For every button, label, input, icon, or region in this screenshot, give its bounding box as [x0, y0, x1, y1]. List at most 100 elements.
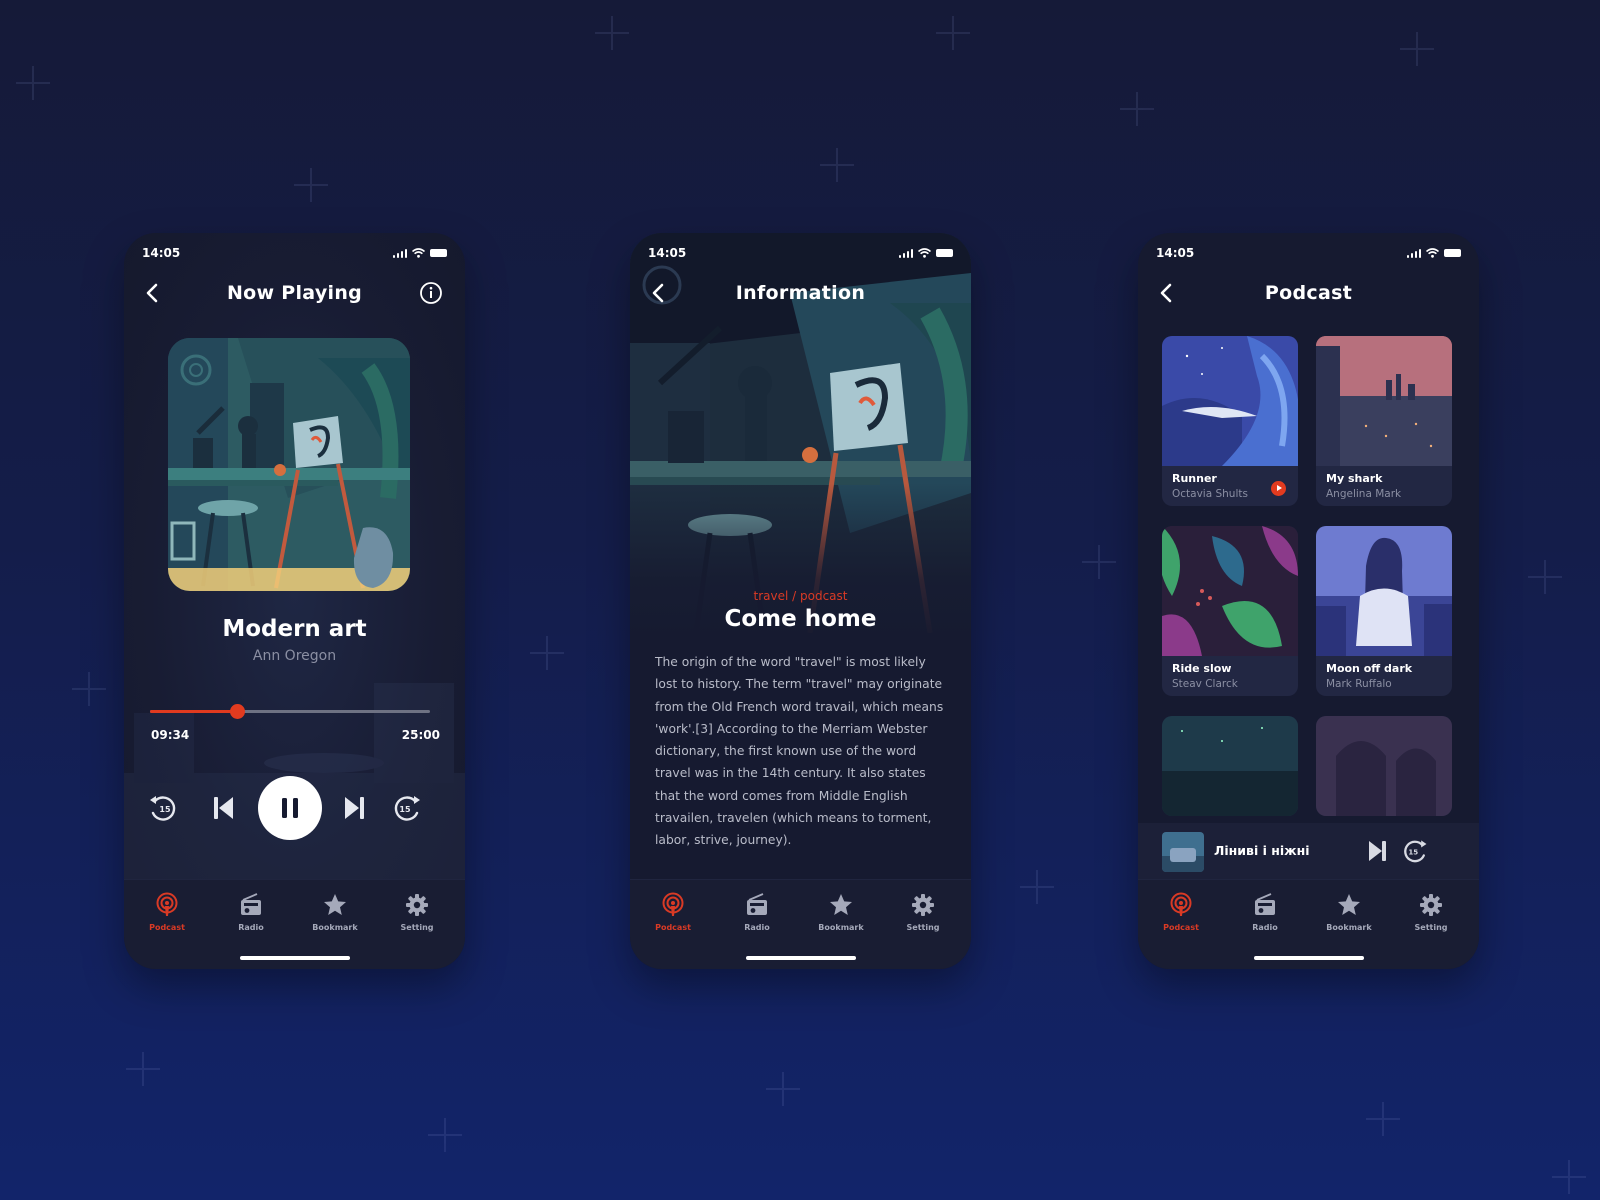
back-arrow-icon[interactable]	[648, 282, 670, 304]
signal-icon	[898, 248, 913, 258]
bg-plus-decoration	[72, 672, 106, 706]
tab-podcast[interactable]: Podcast	[1146, 892, 1216, 932]
tab-bookmark[interactable]: Bookmark	[806, 892, 876, 932]
bg-plus-decoration	[766, 1072, 800, 1106]
status-bar: 14:05	[142, 243, 447, 263]
tab-bookmark[interactable]: Bookmark	[1314, 892, 1384, 932]
screen-header: Podcast	[1138, 271, 1479, 315]
track-title: Modern art	[222, 616, 367, 642]
bg-plus-decoration	[530, 636, 564, 670]
progress-fill	[150, 710, 237, 713]
tab-label: Podcast	[655, 923, 691, 932]
podcast-title: Moon off dark	[1326, 662, 1413, 675]
bg-plus-decoration	[820, 148, 854, 182]
playback-progress-bar[interactable]	[150, 704, 430, 719]
status-bar: 14:05	[1156, 243, 1461, 263]
episode-description: The origin of the word "travel" is most …	[655, 655, 944, 848]
background-illustration	[124, 683, 465, 883]
podcast-screen: 14:05 Podcast Runner Octavia Shults My s…	[1138, 233, 1479, 969]
gear-icon	[912, 894, 934, 916]
tab-radio[interactable]: Radio	[1230, 892, 1300, 932]
home-indicator	[1254, 956, 1364, 960]
podcast-title: Runner	[1172, 472, 1217, 485]
page-title: Information	[735, 282, 866, 304]
pause-button[interactable]	[258, 776, 322, 840]
radio-icon	[747, 893, 767, 915]
current-time: 09:34	[151, 728, 190, 742]
rewind-seconds-label: 15	[159, 805, 171, 814]
bottom-tab-bar: Podcast Radio Bookmark Setting	[630, 879, 971, 969]
tab-label: Radio	[1252, 923, 1278, 932]
next-track-icon[interactable]	[1366, 839, 1388, 863]
bg-plus-decoration	[1552, 1160, 1586, 1194]
bg-plus-decoration	[1400, 32, 1434, 66]
tab-setting[interactable]: Setting	[888, 892, 958, 932]
signal-icon	[392, 248, 407, 258]
bg-plus-decoration	[428, 1118, 462, 1152]
gear-icon	[406, 894, 428, 916]
podcast-card-partial[interactable]	[1162, 716, 1298, 816]
status-icons	[1406, 248, 1461, 258]
tab-setting[interactable]: Setting	[1396, 892, 1466, 932]
tab-label: Radio	[238, 923, 264, 932]
mini-player-thumbnail	[1162, 832, 1204, 872]
page-title: Now Playing	[226, 282, 363, 304]
tab-setting[interactable]: Setting	[382, 892, 452, 932]
album-cover-art	[168, 338, 410, 591]
home-indicator	[746, 956, 856, 960]
radio-icon	[241, 893, 261, 915]
progress-scrubber-handle[interactable]	[229, 704, 245, 719]
pause-icon	[282, 798, 298, 818]
podcast-card[interactable]: My shark Angelina Mark	[1316, 336, 1452, 506]
podcast-cover-art	[1316, 336, 1452, 466]
back-arrow-icon[interactable]	[1156, 282, 1178, 304]
podcast-card[interactable]: Moon off dark Mark Ruffalo	[1316, 526, 1452, 696]
forward-15-icon[interactable]: 15	[390, 791, 424, 825]
screen-header: Now Playing	[124, 271, 465, 315]
tab-bookmark[interactable]: Bookmark	[300, 892, 370, 932]
tab-label: Setting	[906, 923, 940, 932]
podcast-cover-art	[1316, 716, 1452, 816]
status-time: 14:05	[1156, 246, 1195, 260]
page-title: Podcast	[1264, 282, 1353, 304]
podcast-title: Ride slow	[1172, 662, 1232, 675]
back-arrow-icon[interactable]	[142, 282, 164, 304]
signal-icon	[1406, 248, 1421, 258]
tab-label: Podcast	[1163, 923, 1199, 932]
tab-podcast[interactable]: Podcast	[638, 892, 708, 932]
bg-plus-decoration	[16, 66, 50, 100]
tab-radio[interactable]: Radio	[722, 892, 792, 932]
podcast-cover-art	[1162, 716, 1298, 816]
previous-track-icon[interactable]	[212, 795, 236, 821]
bg-plus-decoration	[126, 1052, 160, 1086]
mini-player[interactable]: Ліниві і ніжні 15	[1138, 823, 1479, 879]
home-indicator	[240, 956, 350, 960]
podcast-cover-art	[1162, 336, 1298, 466]
info-icon[interactable]	[419, 281, 443, 305]
forward-15-icon[interactable]: 15	[1400, 836, 1430, 866]
tab-podcast[interactable]: Podcast	[132, 892, 202, 932]
bg-plus-decoration	[1082, 545, 1116, 579]
information-screen: 14:05 Information travel / podcast Come …	[630, 233, 971, 969]
star-icon	[324, 894, 346, 915]
wifi-icon	[918, 248, 931, 258]
tab-radio[interactable]: Radio	[216, 892, 286, 932]
tab-label: Podcast	[149, 923, 185, 932]
podcast-card[interactable]: Runner Octavia Shults	[1162, 336, 1298, 506]
bg-plus-decoration	[936, 16, 970, 50]
podcast-card-partial[interactable]	[1316, 716, 1452, 816]
podcast-cover-art	[1316, 526, 1452, 656]
podcast-card[interactable]: Ride slow Steav Clarck	[1162, 526, 1298, 696]
bg-plus-decoration	[294, 168, 328, 202]
battery-icon	[430, 249, 447, 257]
podcast-author: Steav Clarck	[1172, 678, 1238, 690]
podcast-cover-art	[1162, 526, 1298, 656]
play-icon[interactable]	[1271, 481, 1286, 496]
star-icon	[830, 894, 852, 915]
podcast-icon	[662, 892, 684, 916]
rewind-15-icon[interactable]: 15	[146, 791, 180, 825]
next-track-icon[interactable]	[342, 795, 366, 821]
gear-icon	[1420, 894, 1442, 916]
battery-icon	[1444, 249, 1461, 257]
radio-icon	[1255, 893, 1275, 915]
